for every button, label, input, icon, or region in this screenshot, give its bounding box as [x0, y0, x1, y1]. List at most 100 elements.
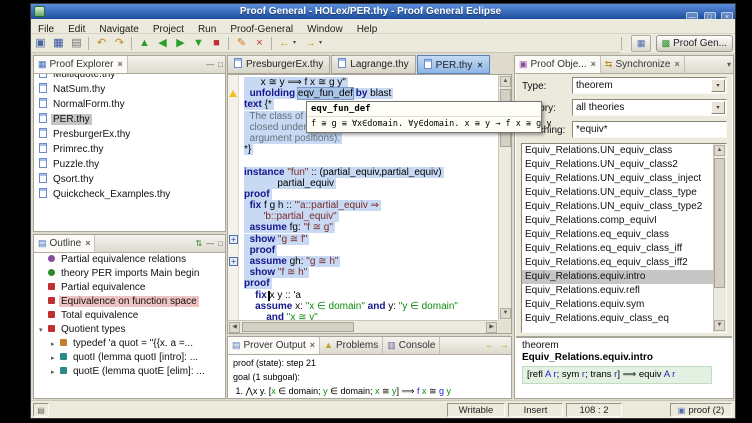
- redo-icon[interactable]: ↷: [111, 35, 128, 52]
- proof-explorer-tab[interactable]: ▦Proof Explorer×: [34, 56, 128, 74]
- chevron-down-icon[interactable]: ▾: [711, 79, 725, 92]
- previous-output-icon[interactable]: ←: [485, 340, 495, 351]
- tab-problems[interactable]: ▲Problems: [320, 337, 383, 355]
- code-line[interactable]: 'b::partial_equiv": [244, 211, 498, 222]
- editor-area[interactable]: + + x ≅ y ⟹ f x ≅ g y" unfolding eqv_fun_…: [227, 74, 512, 334]
- scroll-up-icon[interactable]: ▲: [500, 76, 511, 87]
- chevron-down-icon[interactable]: ▾: [711, 101, 725, 114]
- save-icon[interactable]: ▦: [50, 35, 67, 52]
- list-scrollbar[interactable]: ▲ ▼: [713, 144, 726, 332]
- theorem-list-item[interactable]: Equiv_Relations.eq_equiv_class: [522, 228, 726, 242]
- code-line[interactable]: proof: [244, 278, 498, 289]
- goto-icon[interactable]: ▼: [190, 35, 207, 52]
- code-line[interactable]: fix x y :: 'a: [244, 290, 498, 301]
- scrollbar-thumb[interactable]: [242, 322, 354, 332]
- expand-arrow-icon[interactable]: ▾: [39, 324, 48, 338]
- code-line[interactable]: assume x: "x ∈ domain" and y: "y ∈ domai…: [244, 301, 498, 312]
- interrupt-icon[interactable]: ■: [208, 35, 225, 52]
- scroll-left-icon[interactable]: ◀: [229, 322, 240, 333]
- link-with-editor-icon[interactable]: ⇅: [195, 239, 202, 248]
- close-icon[interactable]: ×: [85, 238, 90, 248]
- dropdown-icon[interactable]: ▾: [293, 34, 301, 52]
- expand-plus-icon[interactable]: +: [229, 257, 238, 266]
- tab-console[interactable]: ▥Console: [383, 337, 440, 355]
- tree-item[interactable]: Multiquote.thy: [35, 74, 224, 82]
- type-combo[interactable]: theorem▾: [572, 77, 727, 94]
- theorem-list-item[interactable]: Equiv_Relations.UN_equiv_class_type: [522, 186, 726, 200]
- tab-synchronize[interactable]: ⇆Synchronize×: [601, 56, 685, 74]
- theorem-list-item[interactable]: Equiv_Relations.equiv_class_eq: [522, 312, 726, 326]
- code-line[interactable]: show "f ≅ h": [244, 267, 498, 278]
- code-line[interactable]: argument positions).: [244, 133, 498, 144]
- expand-plus-icon[interactable]: +: [229, 235, 238, 244]
- scroll-down-icon[interactable]: ▼: [714, 320, 725, 331]
- close-icon[interactable]: ×: [591, 59, 596, 69]
- expand-arrow-icon[interactable]: ▸: [51, 338, 60, 352]
- dropdown-icon[interactable]: ▾: [319, 34, 327, 52]
- matching-input[interactable]: [572, 121, 727, 138]
- theorem-list-item[interactable]: Equiv_Relations.equiv.sym: [522, 298, 726, 312]
- code-line[interactable]: and "x ≅ y": [244, 312, 498, 320]
- minimize-view-icon[interactable]: —: [206, 239, 214, 248]
- editor-tab-presburgerex-thy[interactable]: PresburgerEx.thy: [227, 55, 330, 74]
- theorem-list-item[interactable]: Equiv_Relations.equiv.intro: [522, 270, 726, 284]
- print-icon[interactable]: ▤: [68, 35, 85, 52]
- expand-arrow-icon[interactable]: ▸: [51, 352, 60, 366]
- theorem-list-item[interactable]: Equiv_Relations.UN_equiv_class2: [522, 158, 726, 172]
- outline-item[interactable]: Equivalence on function space: [35, 295, 224, 309]
- code-line[interactable]: fix f g h :: "'a::partial_equiv ⇒: [244, 200, 498, 211]
- outline-item[interactable]: Partial equivalence relations: [35, 253, 224, 267]
- maximize-view-icon[interactable]: □: [218, 60, 223, 69]
- close-icon[interactable]: ×: [310, 340, 315, 350]
- delete-icon[interactable]: ×: [251, 35, 268, 52]
- code-line[interactable]: [244, 155, 498, 166]
- scroll-right-icon[interactable]: ▶: [486, 322, 497, 333]
- view-menu-icon[interactable]: ▾: [727, 60, 731, 69]
- outline-item[interactable]: ▾Quotient types: [35, 323, 224, 337]
- tree-item[interactable]: PER.thy: [35, 112, 224, 127]
- maximize-view-icon[interactable]: □: [218, 239, 223, 248]
- code-line[interactable]: unfolding eqv_fun_def by blast: [244, 88, 498, 99]
- theory-combo[interactable]: all theories▾: [572, 99, 727, 116]
- back-icon[interactable]: ←: [276, 35, 293, 52]
- code-line[interactable]: *}: [244, 144, 498, 155]
- code-line[interactable]: x ≅ y ⟹ f x ≅ g y": [244, 77, 498, 88]
- outline-item[interactable]: theory PER imports Main begin: [35, 267, 224, 281]
- tree-item[interactable]: Puzzle.thy: [35, 157, 224, 172]
- outline-item[interactable]: Total equivalence: [35, 309, 224, 323]
- outline-item[interactable]: ▸quotI (lemma quotI [intro]: ...: [35, 351, 224, 365]
- tab-proof-obje[interactable]: ▣Proof Obje...×: [515, 56, 601, 74]
- close-icon[interactable]: ×: [117, 59, 122, 69]
- tree-item[interactable]: PresburgerEx.thy: [35, 127, 224, 142]
- outline-tab[interactable]: ▤Outline×: [34, 235, 95, 253]
- code-line[interactable]: show "g ≅ f": [244, 234, 498, 245]
- theorem-list-item[interactable]: Equiv_Relations.UN_equiv_class_type2: [522, 200, 726, 214]
- tree-item[interactable]: NormalForm.thy: [35, 97, 224, 112]
- close-icon[interactable]: ×: [675, 59, 680, 69]
- status-icon-cell[interactable]: ▤: [33, 403, 49, 417]
- code-line[interactable]: proof: [244, 189, 498, 200]
- code-line[interactable]: proof: [244, 245, 498, 256]
- minimize-view-icon[interactable]: —: [206, 60, 214, 69]
- tree-item[interactable]: Quickcheck_Examples.thy: [35, 187, 224, 202]
- next-step-icon[interactable]: ▶: [172, 35, 189, 52]
- open-perspective-button[interactable]: ▦: [631, 35, 651, 52]
- editor-tab-per-thy[interactable]: PER.thy×: [417, 55, 490, 74]
- close-icon[interactable]: ×: [477, 60, 482, 70]
- theorem-list-item[interactable]: Equiv_Relations.comp_equivI: [522, 214, 726, 228]
- theorem-list-item[interactable]: Equiv_Relations.eq_equiv_class_iff: [522, 242, 726, 256]
- code-line[interactable]: partial_equiv: [244, 178, 498, 189]
- retract-all-icon[interactable]: ▲: [136, 35, 153, 52]
- scrollbar-thumb[interactable]: [714, 158, 725, 288]
- undo-icon[interactable]: ↶: [93, 35, 110, 52]
- forward-icon[interactable]: →: [302, 35, 319, 52]
- theorem-list-item[interactable]: Equiv_Relations.equiv.refl: [522, 284, 726, 298]
- undo-step-icon[interactable]: ◀: [154, 35, 171, 52]
- editor-horizontal-scrollbar[interactable]: ◀ ▶: [228, 320, 498, 333]
- scroll-up-icon[interactable]: ▲: [714, 145, 725, 156]
- scroll-down-icon[interactable]: ▼: [500, 308, 511, 319]
- tab-prover-output[interactable]: ▤Prover Output×: [228, 337, 320, 355]
- next-output-icon[interactable]: →: [499, 340, 509, 351]
- new-wizard-icon[interactable]: ▣: [32, 35, 49, 52]
- expand-arrow-icon[interactable]: ▸: [51, 366, 60, 380]
